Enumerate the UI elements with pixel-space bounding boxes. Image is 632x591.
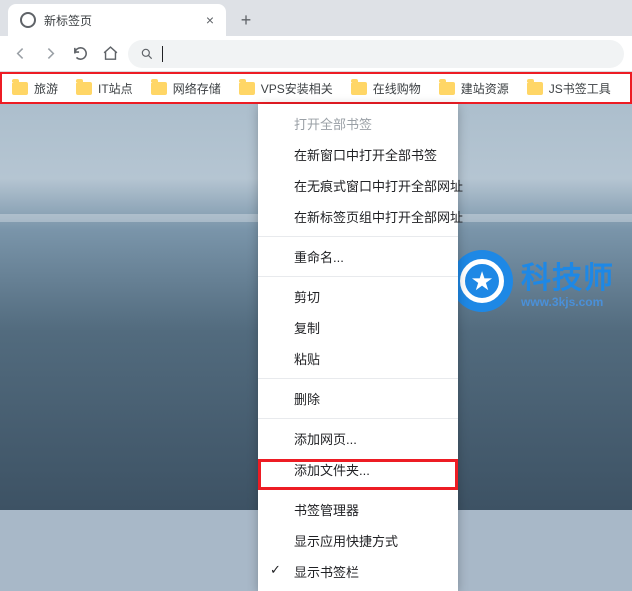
menu-separator xyxy=(258,378,458,379)
bookmark-folder[interactable]: 旅游 xyxy=(12,80,58,97)
back-button[interactable] xyxy=(8,42,32,66)
menu-item[interactable]: 显示书签栏 xyxy=(258,556,458,587)
menu-item[interactable]: 剪切 xyxy=(258,281,458,312)
tab-title: 新标签页 xyxy=(44,12,92,29)
chrome-icon xyxy=(20,12,36,28)
text-cursor xyxy=(162,46,163,62)
menu-item[interactable]: 添加网页... xyxy=(258,423,458,454)
bookmark-label: 旅游 xyxy=(34,80,58,97)
menu-separator xyxy=(258,276,458,277)
bookmarks-bar: 旅游 IT站点 网络存储 VPS安装相关 在线购物 建站资源 JS书签工具 xyxy=(0,72,632,104)
folder-icon xyxy=(239,82,255,95)
menu-item[interactable]: 在无痕式窗口中打开全部网址 xyxy=(258,170,458,201)
menu-separator xyxy=(258,418,458,419)
watermark-title: 科技师 xyxy=(521,253,614,297)
home-button[interactable] xyxy=(98,42,122,66)
menu-item[interactable]: 复制 xyxy=(258,312,458,343)
folder-icon xyxy=(151,82,167,95)
bookmark-folder[interactable]: 网络存储 xyxy=(151,80,221,97)
menu-item[interactable]: 在新标签页组中打开全部网址 xyxy=(258,201,458,232)
menu-item[interactable]: 打开全部书签 xyxy=(258,108,458,139)
watermark-logo-icon xyxy=(451,250,513,312)
toolbar xyxy=(0,36,632,72)
watermark: 科技师 www.3kjs.com xyxy=(451,250,614,312)
bookmark-folder[interactable]: 在线购物 xyxy=(351,80,421,97)
menu-item[interactable]: 在新窗口中打开全部书签 xyxy=(258,139,458,170)
browser-tab[interactable]: 新标签页 × xyxy=(8,4,226,36)
bookmark-folder[interactable]: VPS安装相关 xyxy=(239,80,333,97)
menu-item[interactable]: 删除 xyxy=(258,383,458,414)
bookmark-folder[interactable]: 建站资源 xyxy=(439,80,509,97)
reload-button[interactable] xyxy=(68,42,92,66)
context-menu: 打开全部书签在新窗口中打开全部书签在无痕式窗口中打开全部网址在新标签页组中打开全… xyxy=(258,104,458,591)
menu-item[interactable]: 粘贴 xyxy=(258,343,458,374)
folder-icon xyxy=(76,82,92,95)
bookmark-label: 建站资源 xyxy=(461,80,509,97)
menu-item[interactable]: 显示应用快捷方式 xyxy=(258,525,458,556)
address-bar[interactable] xyxy=(128,40,624,68)
menu-separator xyxy=(258,236,458,237)
menu-item[interactable]: 重命名... xyxy=(258,241,458,272)
bookmark-label: VPS安装相关 xyxy=(261,80,333,97)
watermark-url: www.3kjs.com xyxy=(521,295,614,309)
forward-button[interactable] xyxy=(38,42,62,66)
folder-icon xyxy=(439,82,455,95)
bookmark-label: IT站点 xyxy=(98,80,133,97)
search-icon xyxy=(140,47,154,61)
menu-separator xyxy=(258,489,458,490)
bookmark-label: JS书签工具 xyxy=(549,80,611,97)
new-tab-button[interactable]: + xyxy=(232,6,260,34)
bookmark-folder[interactable]: IT站点 xyxy=(76,80,133,97)
folder-icon xyxy=(351,82,367,95)
tab-strip: 新标签页 × + xyxy=(0,0,632,36)
bookmark-folder[interactable]: JS书签工具 xyxy=(527,80,611,97)
close-icon[interactable]: × xyxy=(206,12,214,28)
folder-icon xyxy=(527,82,543,95)
bookmark-label: 在线购物 xyxy=(373,80,421,97)
bookmark-label: 网络存储 xyxy=(173,80,221,97)
menu-item[interactable]: 添加文件夹... xyxy=(258,454,458,485)
folder-icon xyxy=(12,82,28,95)
